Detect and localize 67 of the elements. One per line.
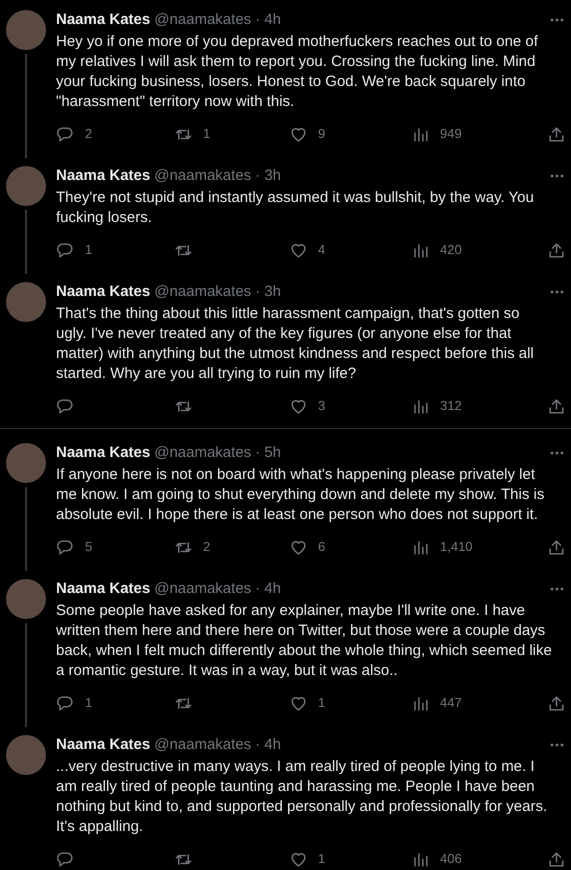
- tweet-text: If anyone here is not on board with what's happening please privately let me know. I am going to shut everything down and delete my show. This is absolute evil. I hope there is at least one person who does not support it.: [56, 465, 546, 525]
- avatar[interactable]: [6, 579, 46, 619]
- timestamp[interactable]: · 3h: [255, 280, 282, 304]
- share-icon[interactable]: [547, 694, 566, 712]
- like-count: 9: [318, 125, 326, 144]
- like-count: 4: [318, 241, 326, 260]
- display-name[interactable]: Naama Kates: [56, 734, 150, 756]
- like-count: 1: [318, 694, 326, 712]
- avatar[interactable]: [6, 166, 46, 206]
- timestamp[interactable]: · 4h: [255, 578, 282, 600]
- more-options-icon[interactable]: [550, 18, 564, 22]
- username[interactable]: @naamakates: [154, 578, 252, 600]
- tweet-text: They're not stupid and instantly assumed it was bullshit, by the way. You fucking losers.: [56, 188, 535, 228]
- share-icon[interactable]: [547, 240, 566, 260]
- avatar[interactable]: [6, 10, 46, 50]
- timestamp[interactable]: · 4h: [255, 8, 282, 32]
- avatar[interactable]: [6, 282, 46, 322]
- reply-count: 1: [85, 241, 92, 260]
- reply-icon[interactable]: [56, 396, 75, 416]
- username[interactable]: @naamakates: [154, 164, 252, 188]
- more-options-icon[interactable]: [550, 290, 564, 294]
- repost-count: 2: [203, 538, 210, 556]
- view-count: 447: [440, 694, 462, 712]
- more-options-icon[interactable]: [550, 174, 564, 178]
- username[interactable]: @naamakates: [154, 8, 252, 32]
- reply-count: 5: [85, 538, 92, 556]
- tweet-text: Some people have asked for any explainer, maybe I'll write one. I have written them here and there here on Twitter, but those were a couple days back, when I felt much differently about the whole thing, which seemed like a romantic gesture. It was in a way, but it was also..: [56, 601, 553, 681]
- view-count: 1,410: [440, 538, 473, 556]
- timestamp[interactable]: · 3h: [255, 164, 282, 188]
- view-count: 312: [440, 397, 462, 416]
- display-name[interactable]: Naama Kates: [56, 280, 150, 304]
- username[interactable]: @naamakates: [154, 442, 252, 464]
- timestamp[interactable]: · 4h: [255, 734, 282, 756]
- avatar[interactable]: [6, 443, 46, 483]
- like-count: 6: [318, 538, 326, 556]
- like-count: 3: [318, 397, 326, 416]
- share-icon[interactable]: [547, 850, 566, 868]
- share-icon[interactable]: [547, 538, 566, 556]
- display-name[interactable]: Naama Kates: [56, 8, 150, 32]
- reply-icon[interactable]: [56, 850, 75, 868]
- share-icon[interactable]: [547, 124, 566, 144]
- username[interactable]: @naamakates: [154, 280, 252, 304]
- reply-icon[interactable]: [56, 538, 75, 556]
- avatar[interactable]: [6, 735, 46, 775]
- share-icon[interactable]: [547, 396, 566, 416]
- reply-icon[interactable]: [56, 694, 75, 712]
- display-name[interactable]: Naama Kates: [56, 578, 150, 600]
- username[interactable]: @naamakates: [154, 734, 252, 756]
- timestamp[interactable]: · 5h: [255, 442, 282, 464]
- view-count: 949: [440, 125, 462, 144]
- view-count: 406: [440, 850, 462, 868]
- more-options-icon[interactable]: [550, 451, 564, 455]
- display-name[interactable]: Naama Kates: [56, 442, 150, 464]
- tweet-text: That's the thing about this little harassment campaign, that's gotten so ugly. I've never treated any of the key figures (or anyone else for that matter) with anything but the utmost kindness and respect before this all started. Why are you all trying to ruin my life?: [56, 304, 535, 384]
- reply-icon[interactable]: [56, 124, 75, 144]
- like-count: 1: [318, 850, 326, 868]
- reply-count: 1: [85, 694, 92, 712]
- reply-count: 2: [85, 125, 92, 144]
- repost-count: 1: [203, 125, 210, 144]
- tweet-text: Hey yo if one more of you depraved motherfuckers reaches out to one of my relatives I will ask them to report you. Crossing the fucking line. Mind your fucking business, losers. Honest to God. We're back squarely into "harassment" territory now with this.: [56, 32, 539, 112]
- reply-icon[interactable]: [56, 240, 75, 260]
- more-options-icon[interactable]: [550, 743, 564, 747]
- thread-line: [25, 210, 27, 274]
- display-name[interactable]: Naama Kates: [56, 164, 150, 188]
- view-count: 420: [440, 241, 462, 260]
- tweet-text: ...very destructive in many ways. I am really tired of people lying to me. I am really tired of people taunting and harassing me. People I have been nothing but kind to, and supported personally and professionally for years. It's appalling.: [56, 757, 548, 837]
- more-options-icon[interactable]: [550, 587, 564, 591]
